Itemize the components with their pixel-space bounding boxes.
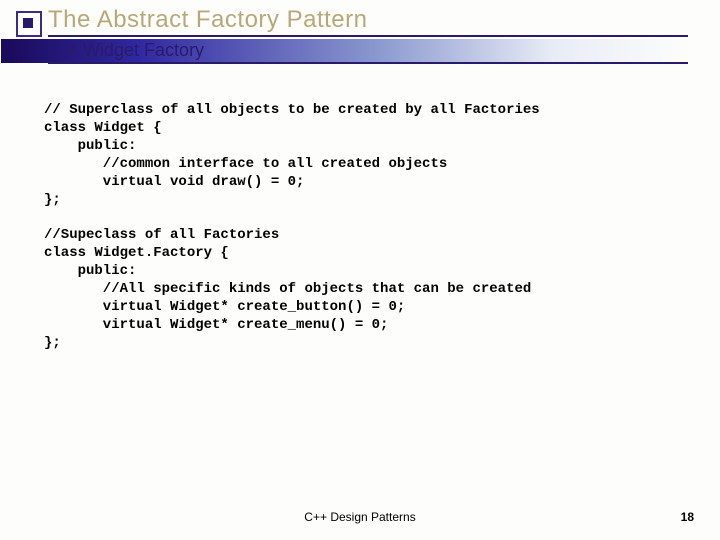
code-block: // Superclass of all objects to be creat… xyxy=(44,102,676,353)
footer-text: C++ Design Patterns xyxy=(0,510,720,524)
slide-title: The Abstract Factory Pattern xyxy=(48,6,688,37)
page-number: 18 xyxy=(681,510,694,524)
code-line: //common interface to all created object… xyxy=(44,156,447,172)
code-line: class Widget.Factory { xyxy=(44,245,229,261)
code-line: virtual Widget* create_button() = 0; xyxy=(44,299,405,315)
code-line: virtual Widget* create_menu() = 0; xyxy=(44,317,388,333)
slide-subtitle: : : A Widget Factory xyxy=(48,39,688,64)
title-bar: The Abstract Factory Pattern xyxy=(0,0,720,37)
code-line: public: xyxy=(44,138,136,154)
code-line: }; xyxy=(44,192,61,208)
code-line: //All specific kinds of objects that can… xyxy=(44,281,531,297)
code-line: //Supeclass of all Factories xyxy=(44,227,279,243)
code-line: public: xyxy=(44,263,136,279)
code-line: class Widget { xyxy=(44,120,162,136)
code-line: // Superclass of all objects to be creat… xyxy=(44,102,540,118)
subtitle-bar: : : A Widget Factory xyxy=(0,39,720,64)
code-line: }; xyxy=(44,335,61,351)
code-line: virtual void draw() = 0; xyxy=(44,174,304,190)
bullet-icon xyxy=(16,11,38,33)
